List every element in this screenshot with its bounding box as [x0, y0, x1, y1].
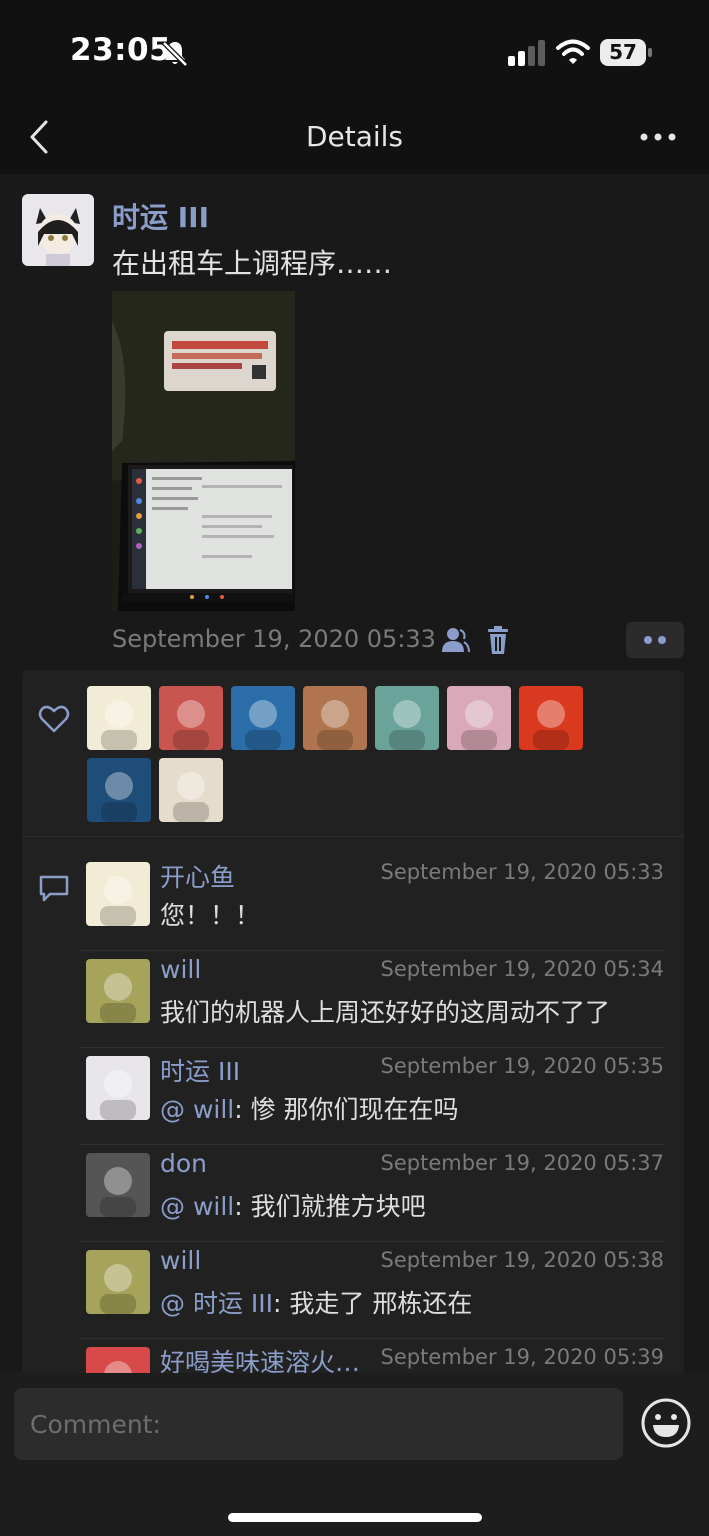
- comment-mention[interactable]: @ will: [160, 1095, 234, 1124]
- post-timestamp: September 19, 2020 05:33: [112, 625, 436, 653]
- liker-avatar[interactable]: [447, 686, 511, 750]
- commenter-avatar[interactable]: [86, 1056, 150, 1120]
- post-author-name[interactable]: 时运 III: [112, 196, 209, 236]
- status-time: 23:05: [70, 32, 172, 68]
- battery-icon: 57: [600, 39, 652, 66]
- comment-text: 您！！！: [160, 896, 260, 932]
- more-actions-icon: [644, 636, 652, 644]
- commenter-name[interactable]: will: [160, 955, 201, 984]
- page-title: Details: [305, 120, 404, 153]
- comment-divider: [80, 1047, 664, 1048]
- comment-icon: [39, 875, 69, 902]
- comment-mention[interactable]: @ 时运 III: [160, 1289, 273, 1318]
- commenter-name[interactable]: 时运 III: [160, 1052, 240, 1088]
- trash-icon[interactable]: [486, 625, 510, 655]
- more-actions-button[interactable]: [626, 622, 684, 658]
- comment-text: @ 时运 III: 我走了 邢栋还在: [160, 1284, 472, 1320]
- divider: [22, 836, 684, 837]
- commenter-name[interactable]: don: [160, 1149, 207, 1178]
- status-bar: 23:05 57: [0, 0, 709, 100]
- liker-avatar[interactable]: [231, 686, 295, 750]
- comment-divider: [80, 1241, 664, 1242]
- comment-timestamp: September 19, 2020 05:33: [380, 860, 664, 884]
- liker-avatar[interactable]: [303, 686, 367, 750]
- post-photo[interactable]: [112, 291, 295, 611]
- comment-input-bar: [0, 1373, 709, 1536]
- comment-item[interactable]: 时运 III September 19, 2020 05:35 @ will: 惨 …: [80, 1047, 664, 1153]
- comment-item[interactable]: don September 19, 2020 05:37 @ will: 我们就推方…: [80, 1144, 664, 1250]
- commenter-avatar[interactable]: [86, 1250, 150, 1314]
- nav-bar: Details: [0, 100, 709, 174]
- comment-timestamp: September 19, 2020 05:37: [380, 1151, 664, 1175]
- feedback-panel: 开心鱼 September 19, 2020 05:33 您！！！ will Septe…: [22, 670, 684, 1390]
- comment-divider: [80, 1144, 664, 1145]
- battery-level: 57: [609, 40, 637, 64]
- comment-divider: [80, 950, 664, 951]
- comment-text: @ will: 惨 那你们现在在吗: [160, 1090, 459, 1126]
- comment-item[interactable]: 开心鱼 September 19, 2020 05:33 您！！！: [86, 860, 664, 959]
- liker-avatar[interactable]: [375, 686, 439, 750]
- bell-slash-icon: [162, 41, 188, 67]
- commenter-name[interactable]: will: [160, 1246, 201, 1275]
- wifi-icon: [556, 39, 590, 64]
- comment-timestamp: September 19, 2020 05:35: [380, 1054, 664, 1078]
- comment-body: : 我们就推方块吧: [234, 1192, 426, 1221]
- liker-avatar[interactable]: [87, 686, 151, 750]
- comment-body: : 惨 那你们现在在吗: [234, 1095, 459, 1124]
- post-text: 在出租车上调程序……: [112, 247, 393, 280]
- people-icon: [442, 628, 470, 653]
- home-indicator: [228, 1513, 482, 1522]
- liker-avatar[interactable]: [87, 758, 151, 822]
- comment-timestamp: September 19, 2020 05:39: [380, 1345, 664, 1369]
- emoji-icon[interactable]: [640, 1397, 692, 1449]
- comment-divider: [80, 1338, 664, 1339]
- commenter-avatar[interactable]: [86, 862, 150, 926]
- ellipsis-icon[interactable]: [632, 120, 684, 154]
- comment-body: 您！！！: [160, 901, 261, 930]
- comment-text: @ will: 我们就推方块吧: [160, 1187, 426, 1223]
- screen: 23:05 57 Details 时运 III 在出租车上调程序…… Septe…: [0, 0, 709, 1536]
- comment-timestamp: September 19, 2020 05:38: [380, 1248, 664, 1272]
- comment-item[interactable]: will September 19, 2020 05:38 @ 时运 III: 我走…: [80, 1241, 664, 1347]
- comment-body: : 我走了 邢栋还在: [273, 1289, 473, 1318]
- heart-icon: [38, 705, 70, 733]
- liker-avatar[interactable]: [519, 686, 583, 750]
- commenter-avatar[interactable]: [86, 959, 150, 1023]
- cellular-signal-icon: [508, 40, 545, 66]
- comment-body: 我们的机器人上周还好好的这周动不了了: [160, 998, 611, 1027]
- commenter-avatar[interactable]: [86, 1153, 150, 1217]
- post-author-avatar[interactable]: [22, 194, 94, 266]
- comment-mention[interactable]: @ will: [160, 1192, 234, 1221]
- commenter-name[interactable]: 开心鱼: [160, 858, 235, 894]
- comment-item[interactable]: will September 19, 2020 05:34 我们的机器人上周还好好的…: [80, 950, 664, 1056]
- comment-text: 我们的机器人上周还好好的这周动不了了: [160, 993, 610, 1029]
- comment-timestamp: September 19, 2020 05:34: [380, 957, 664, 981]
- liker-avatar[interactable]: [159, 758, 223, 822]
- comment-input[interactable]: [14, 1388, 623, 1460]
- liker-avatar[interactable]: [159, 686, 223, 750]
